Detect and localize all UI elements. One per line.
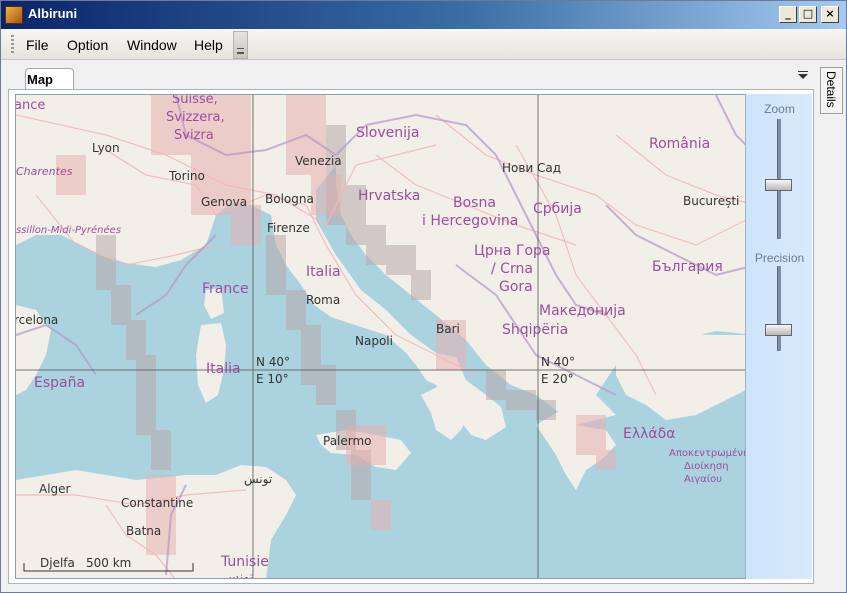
place-label: Hrvatska <box>358 188 420 204</box>
precision-slider-track[interactable] <box>777 266 781 351</box>
place-label: i Hercegovina <box>422 213 518 229</box>
place-label: / Crna <box>491 261 533 277</box>
details-dock-tab[interactable]: Details <box>820 67 843 114</box>
place-label: Lyon <box>92 141 120 155</box>
zoom-label: Zoom <box>764 102 795 116</box>
place-label: Genova <box>201 195 247 209</box>
place-label: ssillon-Midi-Pyrénées <box>16 224 121 236</box>
menu-window[interactable]: Window <box>127 37 177 53</box>
details-label: Details <box>824 71 838 108</box>
place-label: Bosna <box>453 195 496 211</box>
place-label: تونس <box>223 570 254 579</box>
precision-label: Precision <box>754 251 805 265</box>
place-label: Venezia <box>295 154 342 168</box>
menu-file[interactable]: File <box>26 37 49 53</box>
minimize-button[interactable]: _ <box>779 6 797 23</box>
place-label: Αιγαίου <box>684 473 722 485</box>
place-label: Македонија <box>539 303 626 319</box>
place-label: Србија <box>533 201 582 217</box>
menu-help[interactable]: Help <box>194 37 223 53</box>
precision-slider-thumb[interactable] <box>765 323 792 336</box>
place-label: Suisse, <box>172 95 218 107</box>
scale-left-label: Djelfa <box>40 556 75 570</box>
place-label: Bologna <box>265 192 314 206</box>
dock-menu-icon[interactable] <box>797 71 809 81</box>
place-label: Charentes <box>16 165 73 178</box>
grid-lon-label: E 10° <box>256 372 289 386</box>
place-label: France <box>202 281 249 297</box>
place-label: Napoli <box>355 334 393 348</box>
grid-lat-label: N 40° <box>256 355 290 369</box>
place-label: Нови Сад <box>502 161 561 175</box>
place-label: Palermo <box>323 434 372 448</box>
place-label: România <box>649 136 710 152</box>
place-label: Torino <box>168 169 205 183</box>
place-label: Αποκεντρωμένη <box>669 447 749 459</box>
place-label: Constantine <box>121 496 193 510</box>
menu-option[interactable]: Option <box>67 37 108 53</box>
map-view[interactable]: ance Suisse, Svizzera, Svizra Slovenija … <box>15 94 812 579</box>
place-label: Alger <box>39 482 71 496</box>
place-label: ance <box>16 98 45 113</box>
place-label: Tunisie <box>220 554 269 570</box>
place-label: España <box>34 375 85 391</box>
map-controls-panel: Zoom Precision <box>745 94 812 579</box>
zoom-slider-thumb[interactable] <box>765 179 792 191</box>
place-label: București <box>683 194 739 208</box>
place-label: Roma <box>306 293 340 307</box>
scale-distance-label: 500 km <box>86 556 131 570</box>
grid-lon-label: E 20° <box>541 372 574 386</box>
grid-lat-label: N 40° <box>541 355 575 369</box>
menu-bar: File Option Window Help <box>1 29 846 60</box>
place-label: Svizzera, <box>166 110 225 125</box>
main-window: Albiruni _ □ × File Option Window Help M… <box>0 0 847 593</box>
place-label: Διοίκηση <box>684 460 729 472</box>
map-canvas[interactable]: ance Suisse, Svizzera, Svizra Slovenija … <box>16 95 812 579</box>
place-label: България <box>652 259 723 275</box>
title-bar[interactable]: Albiruni _ □ × <box>1 1 846 29</box>
menu-extension-icon[interactable] <box>233 31 248 59</box>
place-label: Italia <box>206 361 241 377</box>
place-label: Firenze <box>267 221 310 235</box>
place-label: Svizra <box>174 128 214 143</box>
place-label: Gora <box>499 279 533 295</box>
place-label: Ελλάδα <box>623 426 675 442</box>
toolbar-grip-icon[interactable] <box>11 35 14 53</box>
close-button[interactable]: × <box>821 6 839 23</box>
place-label: rcelona <box>16 313 58 327</box>
tab-map-label: Map <box>27 72 53 87</box>
place-label: تونس <box>244 472 272 487</box>
maximize-button[interactable]: □ <box>799 6 817 23</box>
place-label: Batna <box>126 524 161 538</box>
place-label: Italia <box>306 264 341 280</box>
place-label: Црна Гора <box>474 243 551 259</box>
place-label: Shqipëria <box>502 322 568 338</box>
app-icon <box>5 6 23 24</box>
window-title: Albiruni <box>28 6 78 21</box>
place-label: Slovenija <box>356 125 419 141</box>
place-label: Bari <box>436 322 460 336</box>
